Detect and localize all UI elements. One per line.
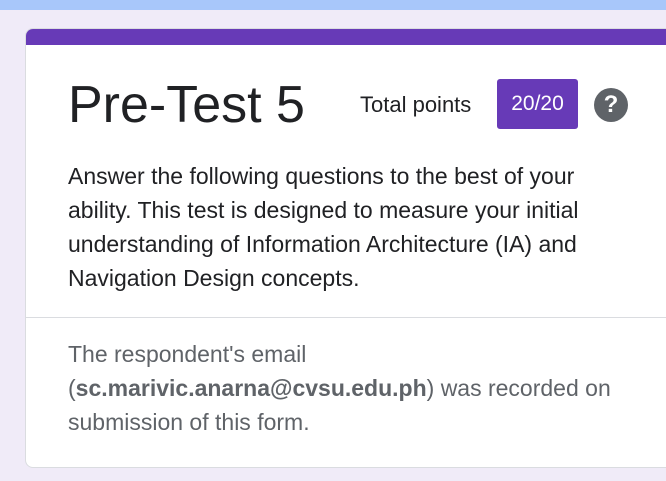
score-badge: 20/20 xyxy=(497,79,578,129)
divider xyxy=(26,317,666,318)
respondent-email: sc.marivic.anarna@cvsu.edu.ph xyxy=(75,375,427,401)
form-title: Pre-Test 5 xyxy=(68,76,305,134)
form-description: Answer the following questions to the be… xyxy=(68,163,579,291)
help-circle-icon[interactable]: ? xyxy=(594,88,628,122)
form-header-card: Pre-Test 5 Total points 20/20 ? Answer t… xyxy=(25,28,666,468)
top-strip xyxy=(0,0,666,10)
email-recorded-note: The respondent's email (sc.marivic.anarn… xyxy=(68,337,648,439)
total-points-label: Total points xyxy=(360,92,472,117)
card-accent-bar xyxy=(26,29,666,45)
